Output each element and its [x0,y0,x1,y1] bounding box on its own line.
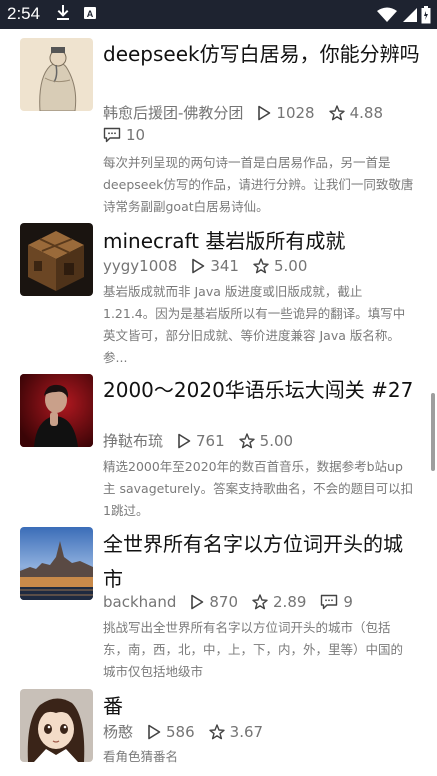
rating-value: 5.00 [259,432,294,450]
scrollbar[interactable] [431,393,435,471]
plays-count: 341 [210,257,239,275]
item-description: 基岩版成就而非 Java 版进度或旧版成就，截止 1.21.4。因为是基岩版所以… [103,284,406,365]
author-name[interactable]: yygy1008 [103,255,177,277]
play-icon [192,258,205,274]
svg-text:A: A [87,9,94,19]
comments-stat: 9 [320,591,353,613]
item-meta: 挣鞑布琉 761 5.00 [103,430,423,452]
item-title[interactable]: deepseek仿写白居易，你能分辨吗 [103,38,421,70]
battery-icon [421,6,431,28]
item-meta: 杨憨 586 3.67 [103,721,423,743]
star-icon [328,105,345,121]
item-title[interactable]: minecraft 基岩版所有成就 [103,225,421,257]
download-icon [56,5,70,25]
item-meta: yygy1008 341 5.00 [103,255,423,277]
author-name[interactable]: 挣鞑布琉 [103,430,163,452]
comments-count: 10 [126,126,146,144]
thumbnail-anime-character [20,689,93,762]
thumbnail-city [20,527,93,600]
play-icon [258,105,271,121]
rating-stat: 4.88 [328,102,384,124]
item-title[interactable]: 番 [103,690,421,722]
rating-stat: 3.67 [208,721,264,743]
item-title[interactable]: 全世界所有名字以方位词开头的城市 [103,527,421,597]
rating-value: 5.00 [273,257,308,275]
rating-value: 2.89 [273,593,307,611]
author-name[interactable]: backhand [103,591,176,613]
plays-stat: 870 [190,591,238,613]
star-icon [253,258,269,274]
star-icon [208,724,225,740]
rating-stat: 2.89 [252,591,306,613]
comment-icon [103,127,121,143]
item-meta: backhand 870 2.89 9 [103,591,423,613]
plays-count: 1028 [276,104,315,122]
item-description: 精选2000年至2020年的数百首音乐，数据参考b站up主 savageture… [103,459,414,518]
wifi-icon [377,7,397,27]
star-icon [252,594,268,610]
rating-stat: 5.00 [238,430,294,452]
signal-icon [401,7,417,27]
item-description: 看角色猜番名 [103,749,179,764]
star-icon [238,433,255,449]
plays-count: 586 [166,723,195,741]
status-time: 2:54 [7,4,41,23]
author-name[interactable]: 杨憨 [103,721,133,743]
plays-count: 870 [209,593,239,611]
play-icon [148,724,161,740]
plays-stat: 586 [147,721,195,743]
item-meta: 韩愈后援团-佛教分团 1028 4.88 10 [103,102,423,146]
item-description: 每次并列呈现的两句诗一首是白居易作品，另一首是deepseek仿写的作品，请进行… [103,155,414,214]
author-name[interactable]: 韩愈后援团-佛教分团 [103,102,243,124]
rating-stat: 5.00 [253,255,307,277]
comments-count: 9 [343,593,353,611]
rating-value: 4.88 [349,104,384,122]
item-description: 挑战写出全世界所有名字以方位词开头的城市（包括东，南，西，北，中，上，下，内，外… [103,620,404,679]
play-icon [178,433,191,449]
status-bar: 2:54 A [0,0,437,29]
rating-value: 3.67 [229,723,264,741]
thumbnail-crafting-table [20,223,93,296]
item-title[interactable]: 2000～2020华语乐坛大闯关 #27 [103,374,421,406]
thumbnail-singer [20,374,93,447]
plays-stat: 341 [191,255,239,277]
comment-icon [321,594,338,610]
thumbnail-poet [20,38,93,111]
font-icon: A [83,5,97,25]
comments-stat: 10 [103,124,145,146]
plays-count: 761 [196,432,225,450]
play-icon [191,594,204,610]
plays-stat: 1028 [257,102,315,124]
plays-stat: 761 [177,430,225,452]
